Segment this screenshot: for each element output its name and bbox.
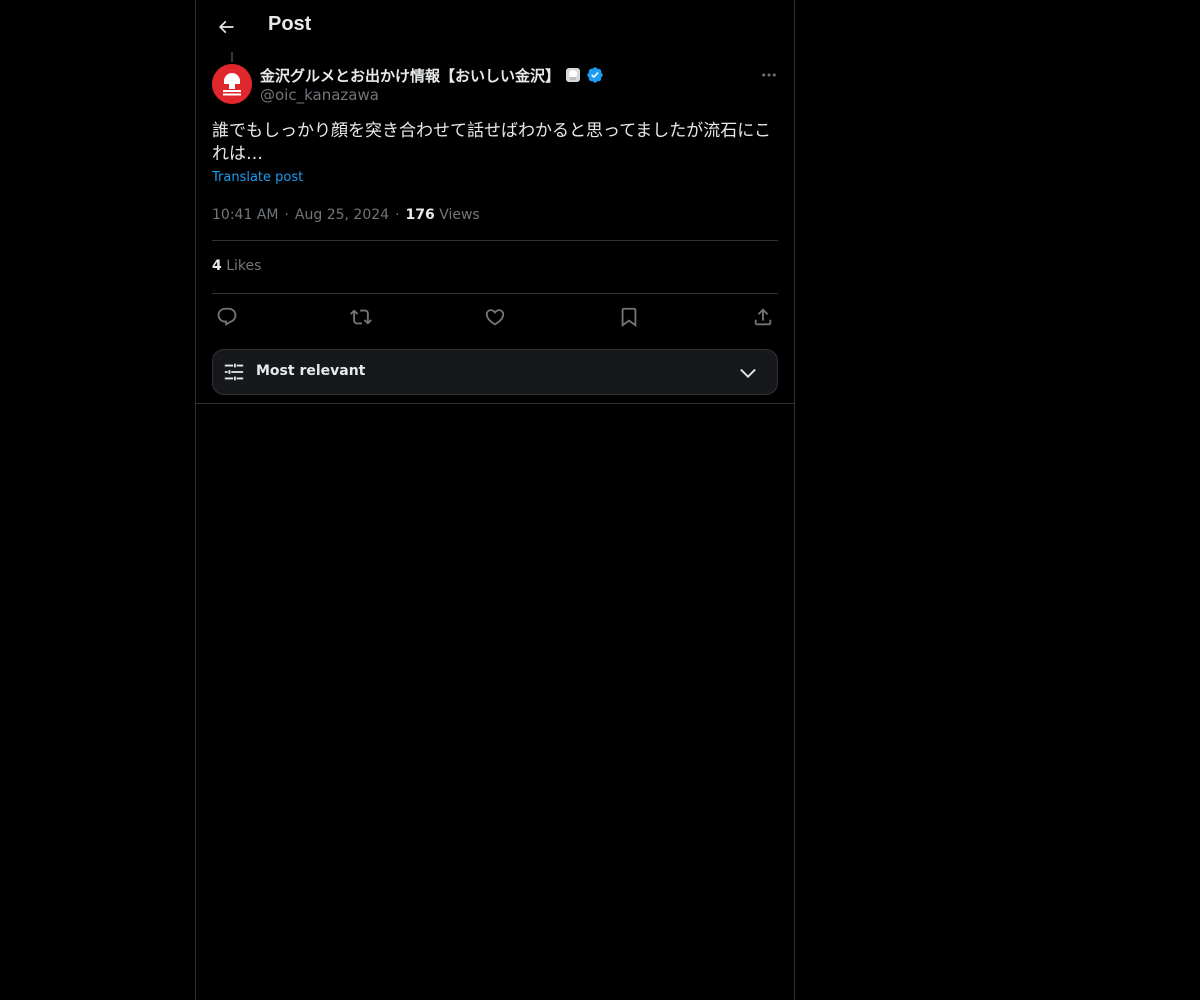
post-text: 誰でもしっかり顔を突き合わせて話せばわかると思ってましたが流石にこれは… — [212, 121, 771, 164]
divider — [212, 240, 778, 241]
post-metadata: 10:41 AM · Aug 25, 2024 · 176 Views — [212, 205, 480, 225]
avatar-logo-icon — [212, 64, 252, 104]
avatar[interactable] — [212, 64, 252, 104]
likes-count: 4 — [212, 258, 222, 274]
section-bottom-border — [196, 403, 794, 404]
views-count: 176 — [405, 207, 435, 223]
repost-button[interactable] — [346, 302, 376, 332]
likes-label: Likes — [226, 258, 262, 274]
post-time[interactable]: 10:41 AM — [212, 207, 278, 223]
divider — [212, 293, 778, 294]
back-button[interactable] — [208, 9, 244, 45]
like-button[interactable] — [480, 302, 510, 332]
page-title: Post — [268, 13, 312, 35]
reply-icon — [217, 307, 237, 326]
heart-icon — [485, 309, 505, 326]
chef-emoji-icon — [566, 68, 581, 82]
post-date[interactable]: Aug 25, 2024 — [295, 207, 389, 223]
repost-icon — [350, 309, 372, 325]
thread-connector — [231, 52, 233, 62]
share-button[interactable] — [748, 302, 778, 332]
primary-column: Post 金沢グルメとお出かけ情報【おいしい金沢】 @oic_kanazawa — [195, 0, 795, 1000]
more-dots-icon — [762, 73, 776, 77]
verified-badge-icon — [587, 67, 603, 83]
likes-stat[interactable]: 4 Likes — [212, 258, 261, 278]
sort-label: Most relevant — [256, 363, 366, 379]
views-label: Views — [439, 207, 480, 223]
replies-sort-dropdown[interactable]: Most relevant — [212, 349, 778, 395]
translate-post-link[interactable]: Translate post — [212, 170, 303, 185]
meta-separator: · — [284, 207, 289, 223]
sliders-icon — [224, 363, 244, 381]
page-header: Post — [196, 0, 794, 54]
share-icon — [754, 308, 772, 326]
reply-button[interactable] — [212, 302, 242, 332]
bookmark-icon — [621, 307, 637, 328]
post-actions-bar — [212, 301, 778, 333]
more-options-button[interactable] — [754, 62, 784, 88]
chevron-down-icon — [740, 368, 756, 378]
bookmark-button[interactable] — [614, 302, 644, 332]
views-stat: 176 Views — [406, 207, 480, 223]
arrow-left-icon — [218, 20, 234, 34]
author-display-name[interactable]: 金沢グルメとお出かけ情報【おいしい金沢】 — [260, 65, 560, 86]
author-handle[interactable]: @oic_kanazawa — [260, 86, 379, 104]
author-name-row: 金沢グルメとお出かけ情報【おいしい金沢】 — [260, 64, 604, 86]
meta-separator: · — [395, 207, 400, 223]
